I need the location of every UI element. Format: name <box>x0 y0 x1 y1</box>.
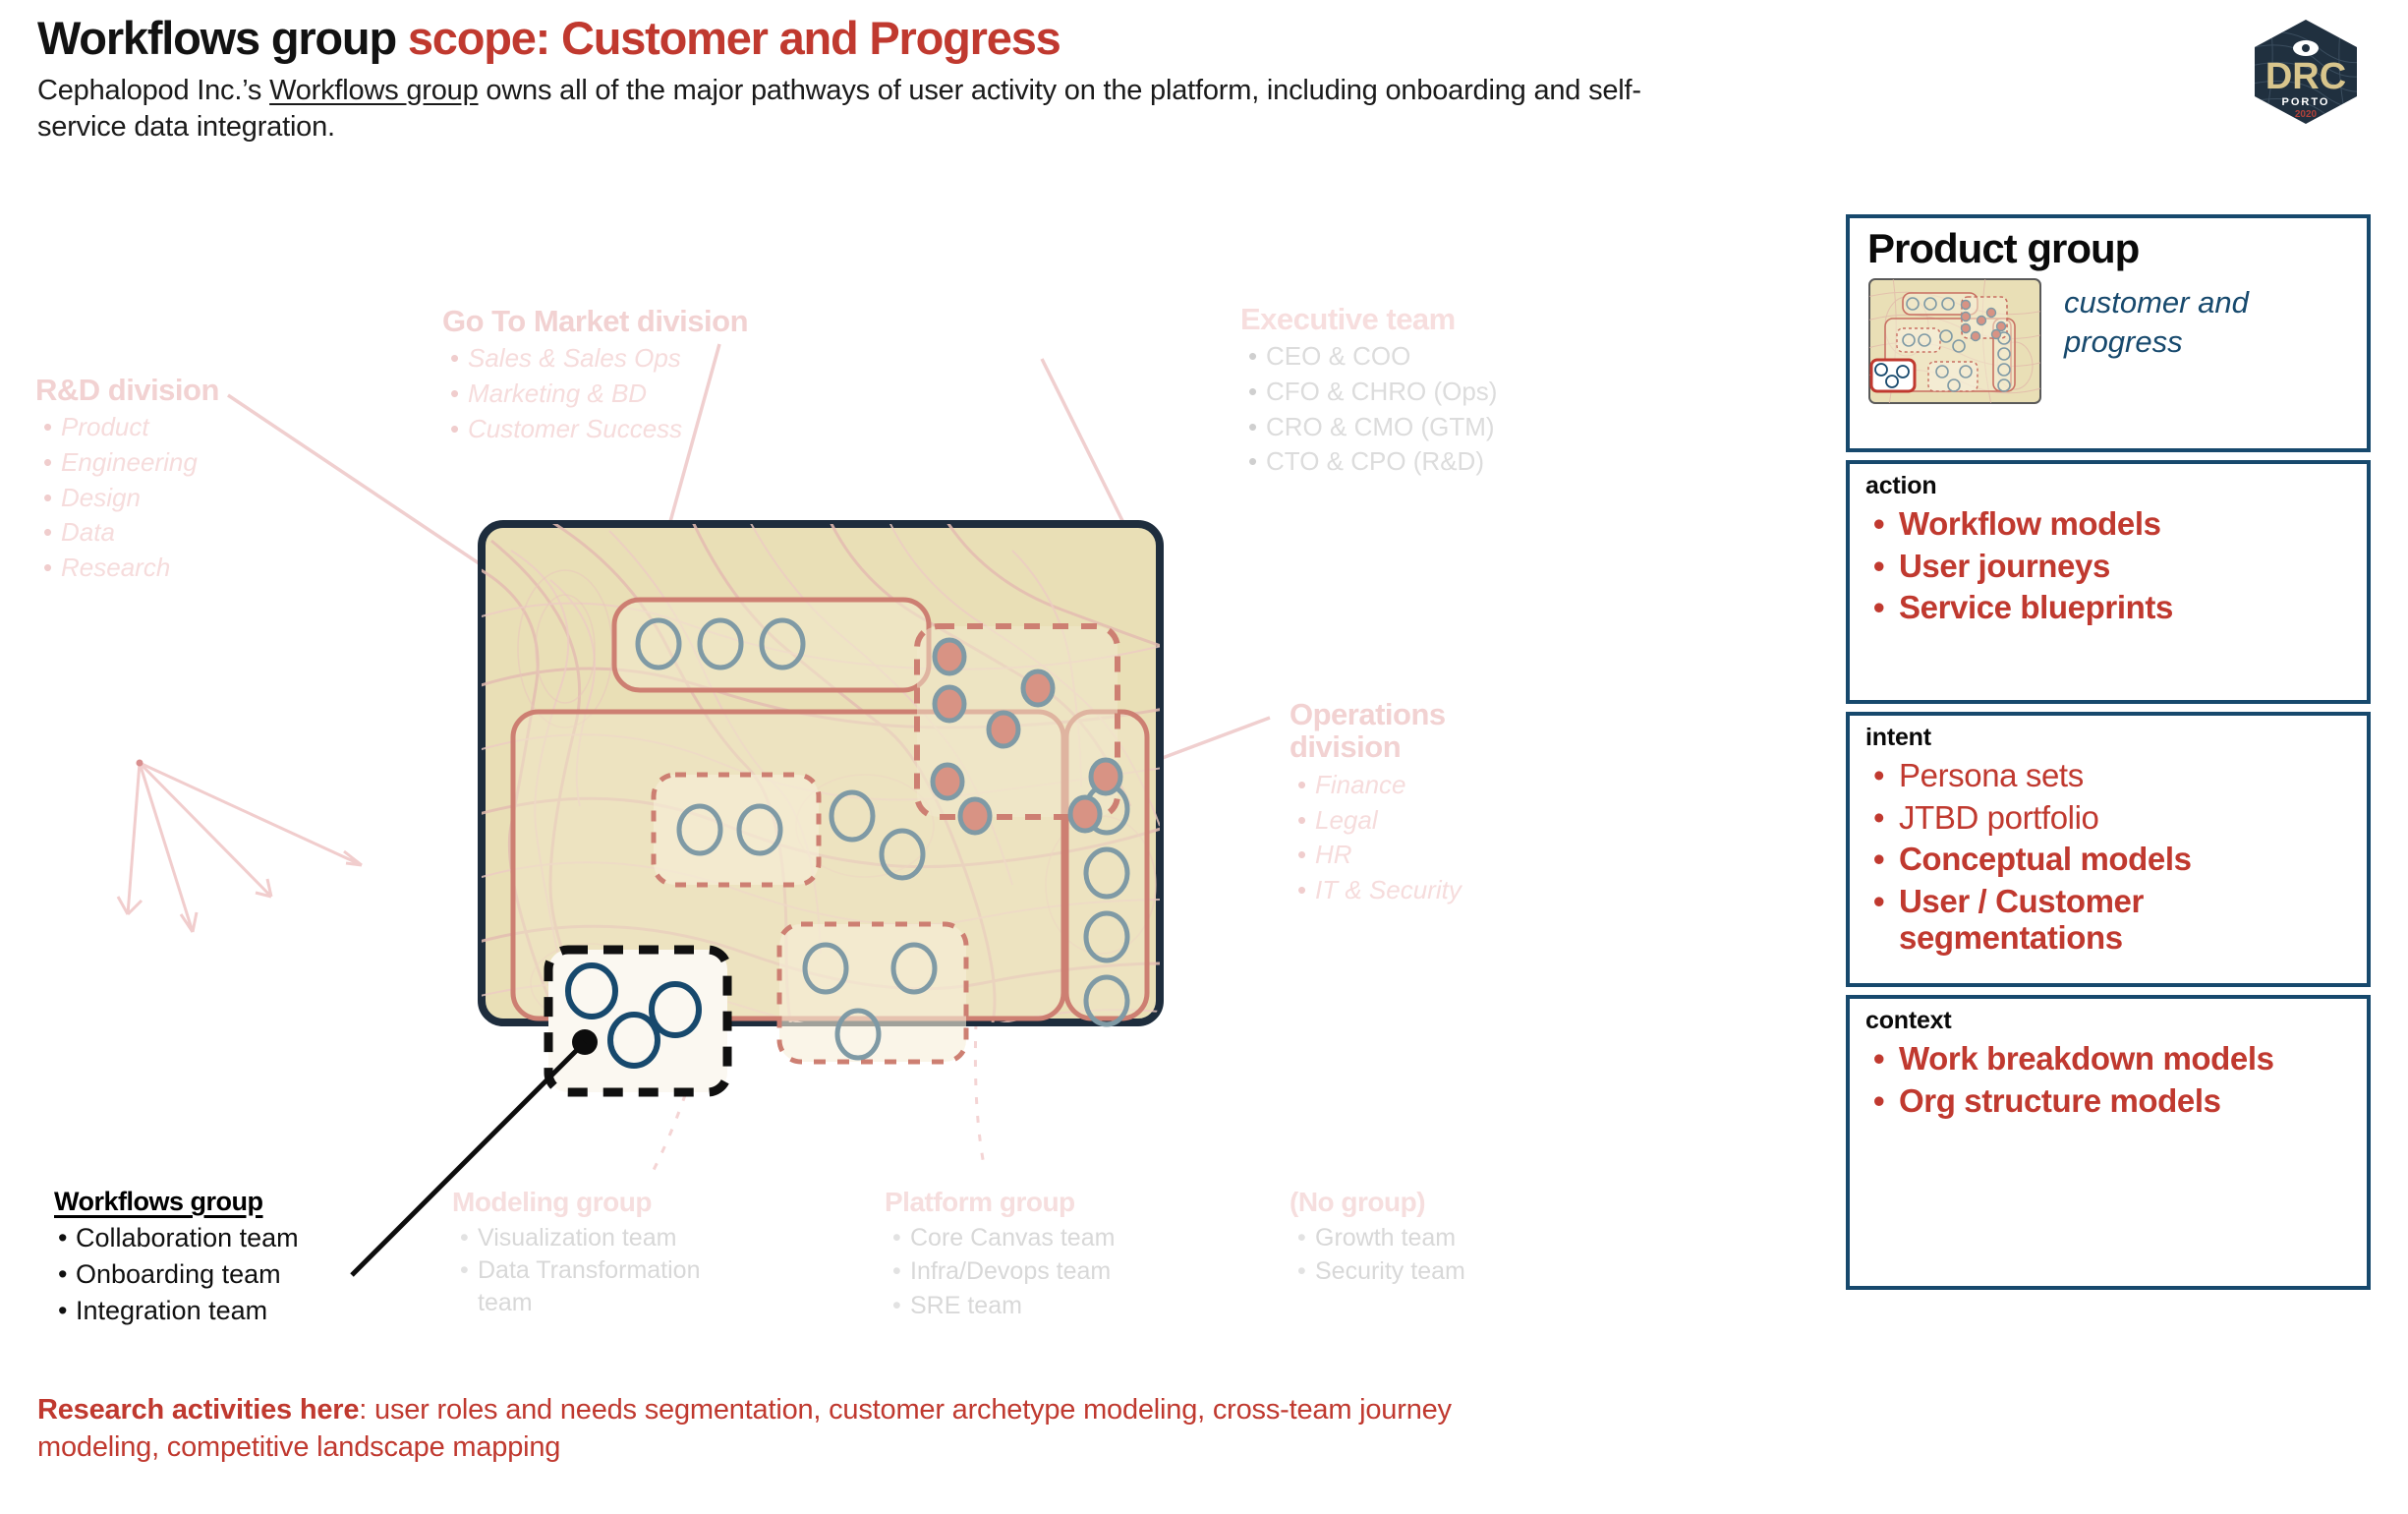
list-item: Growth team <box>1297 1221 1465 1255</box>
label-items: Visualization team Data Transformation t… <box>452 1221 747 1318</box>
label-modeling-group: Modeling group Visualization team Data T… <box>452 1187 747 1318</box>
list-item: Finance <box>1297 768 1462 803</box>
label-title: Executive team <box>1240 302 1456 336</box>
list-item: Legal <box>1297 803 1462 839</box>
page-title-black: Workflows group <box>37 12 408 64</box>
list-item: CFO & CHRO (Ops) <box>1248 375 1497 410</box>
list-item: Service blueprints <box>1873 589 2357 626</box>
label-items: CEO & COO CFO & CHRO (Ops) CRO & CMO (GT… <box>1240 339 1497 479</box>
panel-heading: Product group <box>1867 225 2140 271</box>
region-go-to-market <box>611 597 932 693</box>
section-items: Workflow models User journeys Service bl… <box>1865 505 2357 626</box>
label-items: Product Engineering Design Data Research <box>35 410 219 585</box>
subtitle-part-a: Cephalopod Inc.’s <box>37 74 270 106</box>
logo-word: DRC <box>2265 56 2346 97</box>
list-item: HR <box>1297 838 1462 873</box>
label-items: Core Canvas team Infra/Devops team SRE t… <box>885 1221 1115 1322</box>
label-title: Platform group <box>885 1187 1075 1217</box>
list-item: Collaboration team <box>58 1220 299 1256</box>
list-item: Customer Success <box>450 412 748 447</box>
list-item: CEO & COO <box>1248 339 1497 375</box>
list-item: User journeys <box>1873 548 2357 585</box>
label-title: Modeling group <box>452 1187 652 1217</box>
page-subtitle: Cephalopod Inc.’s Workflows group owns a… <box>37 73 1708 146</box>
research-activities-note: Research activities here: user roles and… <box>37 1391 1571 1467</box>
section-items: Work breakdown models Org structure mode… <box>1865 1040 2357 1119</box>
logo-city: PORTO <box>2282 96 2330 108</box>
page-title-red: scope: Customer and Progress <box>407 12 1061 64</box>
subtitle-underlined-term: Workflows group <box>269 74 479 106</box>
label-go-to-market-division: Go To Market division Sales & Sales Ops … <box>442 304 749 446</box>
list-item: CRO & CMO (GTM) <box>1248 410 1497 445</box>
rnd-fan-arrows <box>116 759 363 933</box>
section-caption: context <box>1865 1007 1952 1034</box>
list-item: Security team <box>1297 1254 1465 1289</box>
list-item: Marketing & BD <box>450 377 748 412</box>
panel-section-context: context Work breakdown models Org struct… <box>1846 995 2371 1290</box>
panel-section-action: action Workflow models User journeys Ser… <box>1846 460 2371 704</box>
page-title: Workflows group scope: Customer and Prog… <box>37 14 1708 63</box>
list-item: IT & Security <box>1297 873 1462 908</box>
list-item: Sales & Sales Ops <box>450 341 748 377</box>
label-executive-team: Executive team CEO & COO CFO & CHRO (Ops… <box>1240 303 1497 480</box>
label-items: Collaboration team Onboarding team Integ… <box>54 1220 299 1329</box>
list-item: Conceptual models <box>1873 841 2357 878</box>
label-title: Workflows group <box>54 1187 263 1216</box>
region-platform-group <box>776 921 969 1065</box>
map-thumbnail[interactable] <box>1867 277 2042 405</box>
label-no-group: (No group) Growth team Security team <box>1290 1187 1465 1289</box>
label-title-line2: division <box>1290 729 1402 765</box>
list-item: Workflow models <box>1873 505 2357 543</box>
logo-year: 2020 <box>2295 109 2318 120</box>
label-items: Growth team Security team <box>1290 1221 1465 1289</box>
org-map-diagram: Go To Market division Sales & Sales Ops … <box>0 138 1828 1514</box>
list-item: User / Customer segmentations <box>1873 883 2357 957</box>
list-item: Onboarding team <box>58 1256 299 1293</box>
list-item: SRE team <box>892 1289 1115 1323</box>
list-item: JTBD portfolio <box>1873 799 2357 837</box>
list-item: Infra/Devops team <box>892 1254 1115 1289</box>
panel-section-intent: intent Persona sets JTBD portfolio Conce… <box>1846 712 2371 987</box>
list-item: Persona sets <box>1873 757 2357 794</box>
label-items: Finance Legal HR IT & Security <box>1290 768 1462 907</box>
list-item: Research <box>43 551 219 586</box>
list-item: Data <box>43 515 219 551</box>
list-item: Core Canvas team <box>892 1221 1115 1255</box>
panel-subheading: customer and progress <box>2064 285 2249 359</box>
label-title: (No group) <box>1290 1187 1426 1217</box>
section-items: Persona sets JTBD portfolio Conceptual m… <box>1865 757 2357 957</box>
list-item: Data Transformation team <box>460 1254 747 1318</box>
label-workflows-group: Workflows group Collaboration team Onboa… <box>54 1187 299 1329</box>
product-group-panel: Product group customer and progress acti… <box>1846 214 2371 1290</box>
section-caption: intent <box>1865 724 1931 751</box>
list-item: Visualization team <box>460 1221 747 1255</box>
list-item: Work breakdown models <box>1873 1040 2357 1077</box>
list-item: Product <box>43 410 219 445</box>
drc-porto-logo: DRC PORTO 2020 <box>2249 18 2363 126</box>
list-item: Design <box>43 481 219 516</box>
label-operations-division: Operations division Finance Legal HR IT … <box>1290 698 1462 907</box>
label-title-line1: Operations <box>1290 697 1446 731</box>
label-title: Go To Market division <box>442 304 749 338</box>
label-rnd-division: R&D division Product Engineering Design … <box>35 374 219 586</box>
label-items: Sales & Sales Ops Marketing & BD Custome… <box>442 341 748 446</box>
list-item: Engineering <box>43 445 219 481</box>
research-note-lead: Research activities here <box>37 1394 360 1426</box>
panel-header-box: Product group customer and progress <box>1846 214 2371 452</box>
list-item: Org structure models <box>1873 1082 2357 1120</box>
list-item: CTO & CPO (R&D) <box>1248 444 1497 480</box>
section-caption: action <box>1865 472 1937 499</box>
page-header: Workflows group scope: Customer and Prog… <box>37 14 1708 146</box>
list-item: Integration team <box>58 1293 299 1329</box>
label-platform-group: Platform group Core Canvas team Infra/De… <box>885 1187 1115 1322</box>
label-title: R&D division <box>35 373 219 407</box>
